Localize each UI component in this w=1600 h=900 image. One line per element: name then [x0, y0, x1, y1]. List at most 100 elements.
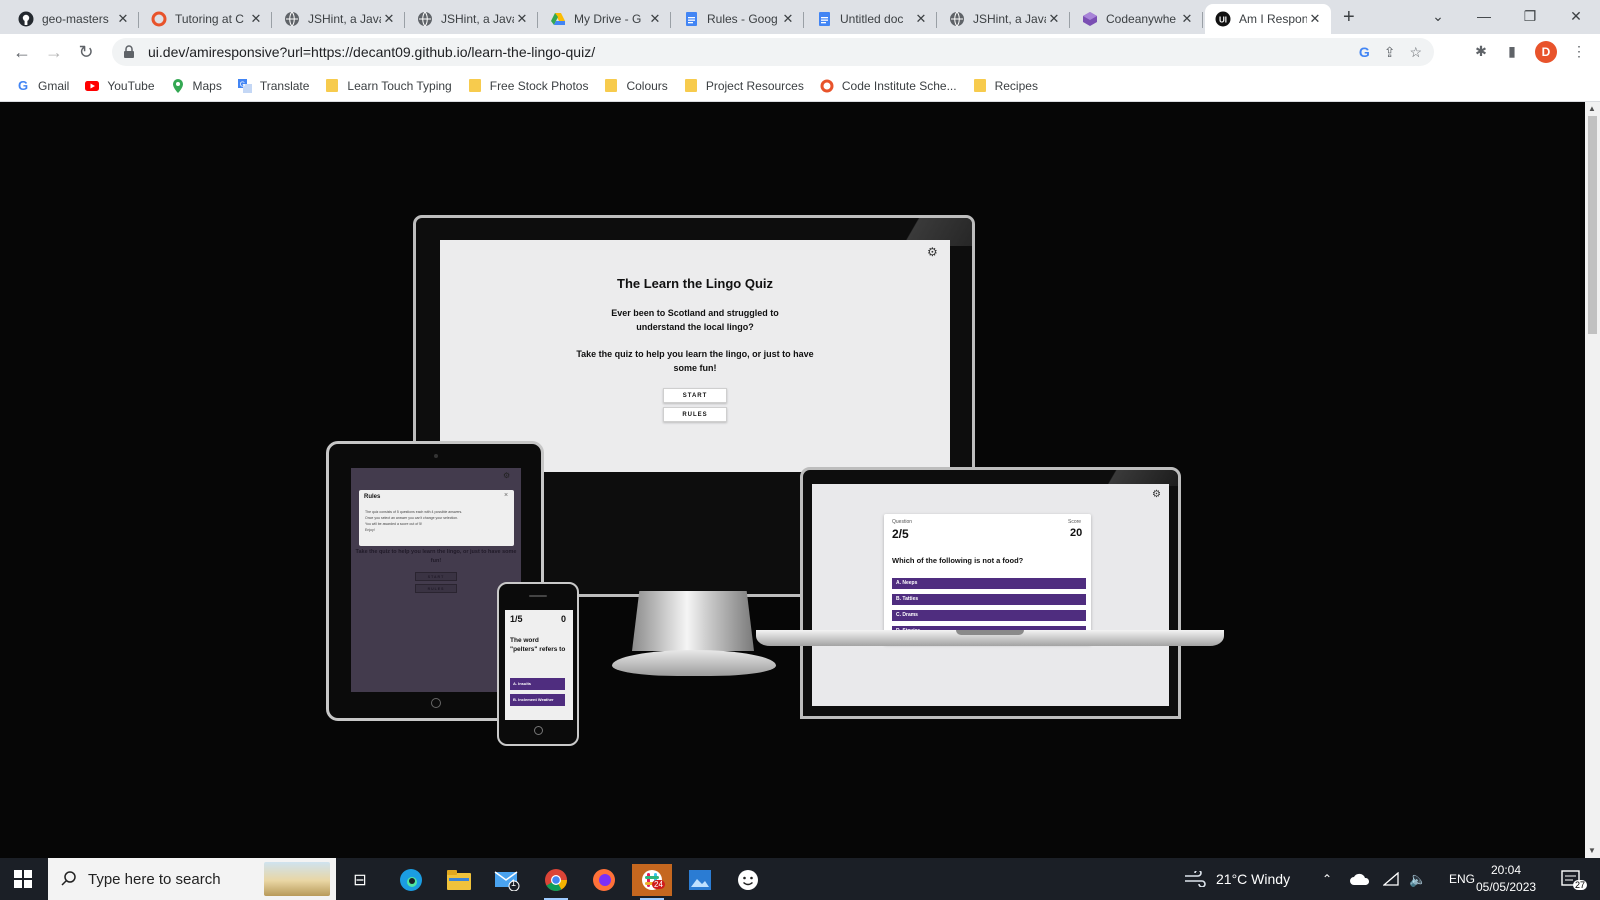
edge-icon[interactable] — [391, 864, 431, 896]
onedrive-icon[interactable] — [1350, 858, 1370, 900]
answer-c-button[interactable]: C. Drams — [892, 610, 1086, 621]
profile-avatar[interactable]: D — [1535, 41, 1557, 63]
tab-4[interactable]: JSHint, a Java ✕ — [407, 4, 538, 34]
tab-7[interactable]: Untitled doc ✕ — [806, 4, 937, 34]
bookmark-code-institute[interactable]: Code Institute Sche... — [820, 79, 957, 93]
tab-6[interactable]: Rules - Goog ✕ — [673, 4, 804, 34]
slack-icon[interactable]: 24 — [632, 864, 672, 900]
bookmark-youtube[interactable]: YouTube — [85, 79, 155, 93]
tab-3[interactable]: JSHint, a Java ✕ — [274, 4, 405, 34]
bookmark-recipes[interactable]: Recipes — [973, 79, 1038, 93]
answer-a-button[interactable]: A. Neeps — [892, 578, 1086, 589]
forward-icon[interactable]: → — [42, 41, 66, 63]
tab-9[interactable]: Codeanywhe ✕ — [1072, 4, 1203, 34]
bookmark-gmail[interactable]: G Gmail — [16, 78, 69, 93]
desktop-start-button[interactable]: START — [663, 388, 727, 403]
youtube-icon — [85, 79, 100, 93]
window-close-button[interactable]: ✕ — [1553, 4, 1599, 28]
address-bar[interactable]: ui.dev/amiresponsive?url=https://decant0… — [112, 38, 1434, 66]
clock-date: 05/05/2023 — [1476, 880, 1537, 894]
tablet-start-button[interactable]: START — [415, 572, 457, 581]
notifications-icon[interactable]: 27 — [1560, 858, 1588, 900]
settings-gear-icon[interactable]: ⚙ — [1152, 489, 1161, 500]
page-scrollbar[interactable]: ▲ ▼ — [1585, 102, 1600, 858]
globe-icon — [417, 11, 433, 27]
emoji-app-icon[interactable] — [728, 864, 768, 896]
rules-modal: Rules × The quiz consists of 5 questions… — [359, 490, 514, 546]
scroll-down-icon[interactable]: ▼ — [1588, 846, 1596, 855]
minimize-button[interactable]: — — [1461, 4, 1507, 28]
volume-icon[interactable]: 🔈 — [1409, 858, 1426, 900]
close-tab-icon[interactable]: ✕ — [381, 11, 397, 27]
system-clock[interactable]: 20:04 05/05/2023 — [1476, 862, 1536, 896]
tablet-preview[interactable]: ⚙ Rules × The quiz consists of 5 questio… — [351, 468, 521, 692]
tab-5[interactable]: My Drive - G ✕ — [540, 4, 671, 34]
back-icon[interactable]: ← — [10, 41, 34, 63]
bookmark-star-icon[interactable]: ☆ — [1409, 44, 1422, 61]
monitor-stand — [632, 591, 754, 651]
answer-b-button[interactable]: B. Tatties — [892, 594, 1086, 605]
bookmarks-bar: G Gmail YouTube Maps G Translate Learn Tou… — [0, 70, 1600, 102]
globe-icon — [949, 11, 965, 27]
tab-2[interactable]: Tutoring at C ✕ — [141, 4, 272, 34]
tab-search-icon[interactable]: ⌄ — [1415, 4, 1461, 28]
tab-1[interactable]: geo-masters ✕ — [8, 4, 139, 34]
task-view-icon[interactable]: ⊟ — [340, 864, 380, 896]
phone-answer-b[interactable]: B. Inclement Weather — [510, 694, 565, 706]
question-text: Which of the following is not a food? — [892, 556, 1024, 565]
restore-button[interactable]: ❐ — [1507, 4, 1553, 28]
folder-icon — [684, 79, 698, 93]
extensions-icon[interactable]: ✱ — [1472, 43, 1490, 61]
close-tab-icon[interactable]: ✕ — [1307, 11, 1323, 27]
close-tab-icon[interactable]: ✕ — [115, 11, 131, 27]
close-tab-icon[interactable]: ✕ — [913, 11, 929, 27]
desktop-intro-2: Take the quiz to help you learn the ling… — [576, 349, 814, 373]
close-tab-icon[interactable]: ✕ — [1046, 11, 1062, 27]
file-explorer-icon[interactable] — [439, 864, 479, 896]
language-indicator[interactable]: ENG — [1449, 858, 1475, 900]
rules-close-icon[interactable]: × — [504, 492, 508, 499]
scrollbar-thumb[interactable] — [1588, 116, 1597, 334]
share-icon[interactable]: ⇪ — [1384, 44, 1396, 61]
bookmark-maps[interactable]: Maps — [171, 78, 222, 93]
bookmark-learn-touch-typing[interactable]: Learn Touch Typing — [325, 79, 452, 93]
windows-start-button[interactable] — [14, 870, 32, 888]
desktop-rules-button[interactable]: RULES — [663, 407, 727, 422]
close-tab-icon[interactable]: ✕ — [248, 11, 264, 27]
search-highlight-image — [264, 862, 330, 896]
close-tab-icon[interactable]: ✕ — [514, 11, 530, 27]
close-tab-icon[interactable]: ✕ — [647, 11, 663, 27]
chrome-icon[interactable] — [536, 864, 576, 900]
settings-gear-icon[interactable]: ⚙ — [927, 245, 938, 259]
show-hidden-icons[interactable]: ⌃ — [1322, 858, 1332, 900]
side-panel-icon[interactable]: ▮ — [1503, 43, 1521, 61]
network-icon[interactable] — [1383, 858, 1399, 900]
reload-icon[interactable]: ↻ — [74, 41, 98, 63]
tab-active[interactable]: UI Am I Respon ✕ — [1205, 4, 1331, 34]
weather-widget[interactable]: 21°C Windy — [1184, 858, 1290, 900]
bookmark-free-stock-photos[interactable]: Free Stock Photos — [468, 79, 588, 93]
bookmark-colours[interactable]: Colours — [604, 79, 668, 93]
taskbar-search-box[interactable]: Type here to search — [48, 858, 336, 900]
phone-device: 1/5 0 The word "pelters" refers to A. In… — [497, 582, 579, 746]
laptop-preview[interactable]: ⚙ Question 2/5 Score 20 Which of the fol… — [812, 484, 1169, 706]
tab-8[interactable]: JSHint, a Java ✕ — [939, 4, 1070, 34]
google-lens-icon[interactable]: G — [1359, 44, 1370, 61]
scroll-up-icon[interactable]: ▲ — [1588, 104, 1596, 113]
new-tab-button[interactable]: + — [1343, 6, 1355, 29]
firefox-icon[interactable] — [584, 864, 624, 896]
tablet-intro: Take the quiz to help you learn the ling… — [355, 549, 517, 564]
close-tab-icon[interactable]: ✕ — [1179, 11, 1195, 27]
lock-icon[interactable] — [122, 45, 136, 59]
bookmark-project-resources[interactable]: Project Resources — [684, 79, 804, 93]
menu-icon[interactable]: ⋮ — [1570, 43, 1588, 61]
settings-gear-icon[interactable]: ⚙ — [503, 471, 510, 480]
close-tab-icon[interactable]: ✕ — [780, 11, 796, 27]
mail-icon[interactable]: 1 — [487, 864, 527, 896]
tablet-rules-button[interactable]: RULES — [415, 584, 457, 593]
phone-answer-a[interactable]: A. Insults — [510, 678, 565, 690]
bookmark-translate[interactable]: G Translate — [237, 78, 309, 93]
desktop-preview[interactable]: ⚙ The Learn the Lingo Quiz Ever been to … — [440, 240, 950, 472]
phone-preview[interactable]: 1/5 0 The word "pelters" refers to A. In… — [505, 610, 573, 720]
photos-icon[interactable] — [680, 864, 720, 896]
